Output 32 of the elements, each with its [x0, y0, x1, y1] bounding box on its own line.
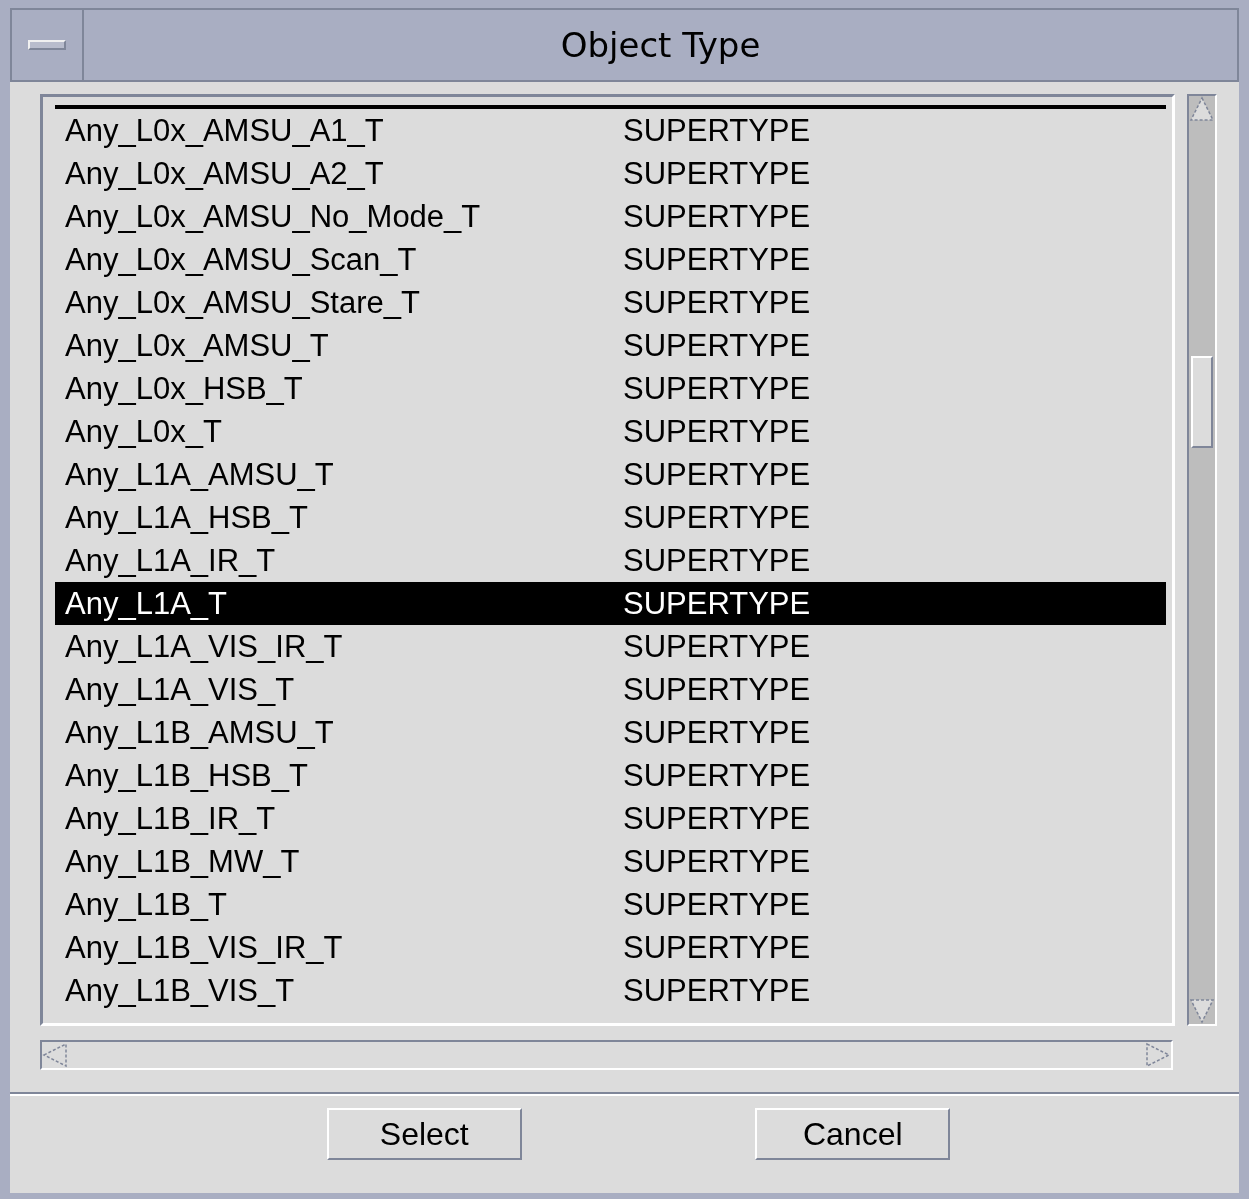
- list-item[interactable]: Any_L0x_AMSU_A2_T SUPERTYPE: [55, 152, 1166, 195]
- scroll-left-icon[interactable]: [42, 1042, 68, 1068]
- menu-bar-icon: [28, 40, 66, 50]
- list-item[interactable]: Any_L1B_MW_T SUPERTYPE: [55, 840, 1166, 883]
- window-title: Object Type: [559, 24, 762, 67]
- list-item[interactable]: Any_L1B_IR_T SUPERTYPE: [55, 797, 1166, 840]
- list-item[interactable]: Any_L0x_T SUPERTYPE: [55, 410, 1166, 453]
- scroll-thumb[interactable]: [1191, 356, 1213, 448]
- list-item[interactable]: Any_L0x_AMSU_Stare_T SUPERTYPE: [55, 281, 1166, 324]
- list-item[interactable]: Any_L1B_VIS_T SUPERTYPE: [55, 969, 1166, 1012]
- list-item[interactable]: Any_L0x_AMSU_Scan_T SUPERTYPE: [55, 238, 1166, 281]
- list-item[interactable]: Any_L1A_AMSU_T SUPERTYPE: [55, 453, 1166, 496]
- list-item[interactable]: Any_L0x_AMSU_No_Mode_T SUPERTYPE: [55, 195, 1166, 238]
- list-item[interactable]: Any_L1A_VIS_T SUPERTYPE: [55, 668, 1166, 711]
- list-item[interactable]: Any_L1A_IR_T SUPERTYPE: [55, 539, 1166, 582]
- list-item[interactable]: Any_L0x_HSB_T SUPERTYPE: [55, 367, 1166, 410]
- list-item[interactable]: Any_L1A_HSB_T SUPERTYPE: [55, 496, 1166, 539]
- list-item[interactable]: Any_L1B_HSB_T SUPERTYPE: [55, 754, 1166, 797]
- list-item[interactable]: Any_L1A_T SUPERTYPE: [55, 582, 1166, 625]
- select-button[interactable]: Select: [326, 1108, 522, 1160]
- list-item[interactable]: Any_L0x_AMSU_T SUPERTYPE: [55, 324, 1166, 367]
- list-item[interactable]: Any_L1A_VIS_IR_T SUPERTYPE: [55, 625, 1166, 668]
- scroll-up-icon[interactable]: [1189, 96, 1215, 122]
- list-item[interactable]: Any_L0x_AMSU_A1_T SUPERTYPE: [55, 109, 1166, 152]
- scroll-down-icon[interactable]: [1189, 998, 1215, 1024]
- list-item[interactable]: Any_L1B_T SUPERTYPE: [55, 883, 1166, 926]
- vertical-scrollbar[interactable]: [1187, 94, 1217, 1026]
- list-item[interactable]: Any_L1B_VIS_IR_T SUPERTYPE: [55, 926, 1166, 969]
- scroll-right-icon[interactable]: [1145, 1042, 1171, 1068]
- list-item[interactable]: Any_L1B_AMSU_T SUPERTYPE: [55, 711, 1166, 754]
- cancel-button[interactable]: Cancel: [755, 1108, 951, 1160]
- horizontal-scrollbar[interactable]: [40, 1040, 1173, 1070]
